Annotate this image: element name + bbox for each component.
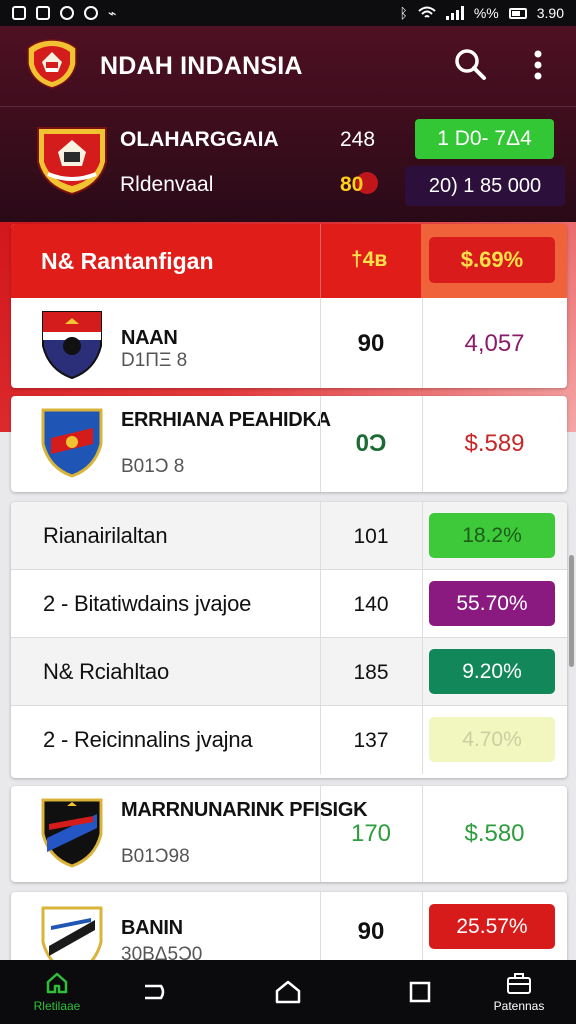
summary-pill-button[interactable]: 1 D0- 7Δ4: [415, 119, 554, 159]
nav-home-label: Rletilaae: [33, 999, 81, 1013]
usb-icon: ⌁: [108, 4, 117, 21]
nav-home-button[interactable]: [266, 960, 310, 1024]
bottom-navigation: Rletilaae Patennas: [0, 960, 576, 1024]
league-count: †4ʙ: [351, 248, 388, 271]
percent-pill[interactable]: 4.70%: [429, 717, 555, 762]
column-divider: [422, 892, 423, 960]
list-item-label: Rianairilaltan: [43, 523, 168, 548]
voicemail-icon: [36, 6, 50, 20]
team-count: 0Ɔ: [355, 430, 387, 457]
column-divider: [320, 224, 321, 298]
list-item-count: 101: [353, 525, 389, 548]
team-value: $.580: [464, 820, 525, 847]
wifi-icon: [418, 6, 436, 18]
team-subtitle: B01Ͻ 8: [121, 456, 185, 477]
summary-value: 80: [340, 173, 364, 196]
nav-home[interactable]: Rletilaae: [22, 960, 92, 1024]
column-divider: [422, 706, 423, 774]
team-count: 170: [350, 820, 392, 847]
gear-icon: [84, 6, 98, 20]
back-icon: [145, 984, 165, 1000]
status-bar: ⌁ ᛒ %% 3.90: [0, 0, 576, 26]
percent-pill[interactable]: 25.57%: [429, 904, 555, 949]
list-item-label: N& Rciahltao: [43, 659, 169, 684]
summary-count: 248: [340, 128, 376, 151]
nav-back[interactable]: [132, 960, 176, 1024]
team-subtitle: D1ΠΞ 8: [121, 350, 188, 371]
column-divider: [422, 570, 423, 637]
list-item-count: 185: [353, 661, 389, 684]
briefcase-icon: [507, 973, 531, 994]
percent-pill[interactable]: 55.70%: [429, 581, 555, 626]
team-value: 4,057: [464, 330, 525, 357]
image-icon: [12, 6, 26, 20]
home-button-icon: [275, 980, 301, 1004]
list-item-count: 140: [353, 593, 389, 616]
team-count: 90: [357, 330, 385, 357]
team-name: NAAN: [121, 327, 178, 349]
app-bar: NDAH INDANSIA: [0, 26, 576, 106]
team-name: BANIN: [121, 917, 183, 939]
nav-profile[interactable]: Patennas: [484, 960, 554, 1024]
main-content: N& Rantanfigan †4ʙ $.69% NAAN D1ΠΞ 8 90 …: [0, 222, 576, 960]
header-divider: [0, 106, 576, 107]
summary-total: 20) 1 85 000: [405, 166, 565, 206]
team-shield-icon: [41, 798, 103, 868]
signal-icon: [445, 6, 464, 20]
battery-icon: [508, 7, 527, 19]
app-header: NDAH INDANSIA OLAHARGGAIA Rldenvaal 248 …: [0, 26, 576, 222]
list-item[interactable]: 2 - Reicinnalins jvajna 137 4.70%: [11, 706, 567, 774]
team-subtitle: B01Ͻ98: [121, 846, 190, 867]
team-subtitle: 30ΒΔ5Ͻ0: [121, 944, 203, 960]
team-value: $.589: [464, 430, 525, 457]
team-name: MARRNUNARINK PFISIGK: [121, 799, 368, 821]
more-vertical-icon[interactable]: [528, 48, 548, 82]
league-card[interactable]: N& Rantanfigan †4ʙ $.69% NAAN D1ΠΞ 8 90 …: [11, 224, 567, 388]
list-item-count: 137: [353, 729, 389, 752]
heart-icon: [60, 6, 74, 20]
club-emblem-icon: [37, 127, 107, 196]
team-card[interactable]: BANIN 30ΒΔ5Ͻ0 90 25.57%: [11, 892, 567, 960]
summary-title: OLAHARGGAIA: [120, 128, 279, 151]
scrollbar[interactable]: [569, 555, 574, 667]
recents-icon: [409, 981, 431, 1003]
app-title: NDAH INDANSIA: [100, 52, 303, 80]
list-item[interactable]: Rianairilaltan 101 18.2%: [11, 502, 567, 570]
team-shield-icon: [42, 311, 102, 380]
team-card[interactable]: MARRNUNARINK PFISIGK B01Ͻ98 170 $.580: [11, 786, 567, 882]
column-divider: [422, 502, 423, 569]
search-icon[interactable]: [452, 46, 488, 82]
nav-profile-label: Patennas: [493, 999, 545, 1013]
percent-pill[interactable]: 18.2%: [429, 513, 555, 558]
team-shield-icon: [41, 408, 103, 478]
home-icon: [46, 972, 68, 994]
clock: 3.90: [536, 5, 564, 21]
list-item-label: 2 - Bitatiwdains jvajoe: [43, 591, 252, 616]
team-shield-icon: [41, 906, 103, 960]
team-count: 90: [357, 918, 385, 945]
nav-recents[interactable]: [398, 960, 442, 1024]
team-row[interactable]: NAAN D1ΠΞ 8 90 4,057: [11, 298, 567, 388]
battery-percent: %%: [473, 5, 499, 21]
column-divider: [422, 638, 423, 705]
team-name: ERRHIANA PEAHIDKA: [121, 409, 331, 431]
list-item-label: 2 - Reicinnalins jvajna: [43, 727, 253, 752]
league-value-pill[interactable]: $.69%: [429, 237, 555, 283]
bluetooth-icon: ᛒ: [399, 5, 408, 21]
list-item[interactable]: 2 - Bitatiwdains jvajoe 140 55.70%: [11, 570, 567, 638]
percent-pill[interactable]: 9.20%: [429, 649, 555, 694]
league-name: N& Rantanfigan: [41, 248, 214, 274]
league-header-row[interactable]: N& Rantanfigan †4ʙ $.69%: [11, 224, 567, 298]
garuda-logo-icon: [27, 39, 77, 89]
standings-list-card: Rianairilaltan 101 18.2% 2 - Bitatiwdain…: [11, 502, 567, 778]
list-item[interactable]: N& Rciahltao 185 9.20%: [11, 638, 567, 706]
team-card[interactable]: ERRHIANA PEAHIDKA B01Ͻ 8 0Ɔ $.589: [11, 396, 567, 492]
summary-subtitle: Rldenvaal: [120, 173, 214, 196]
